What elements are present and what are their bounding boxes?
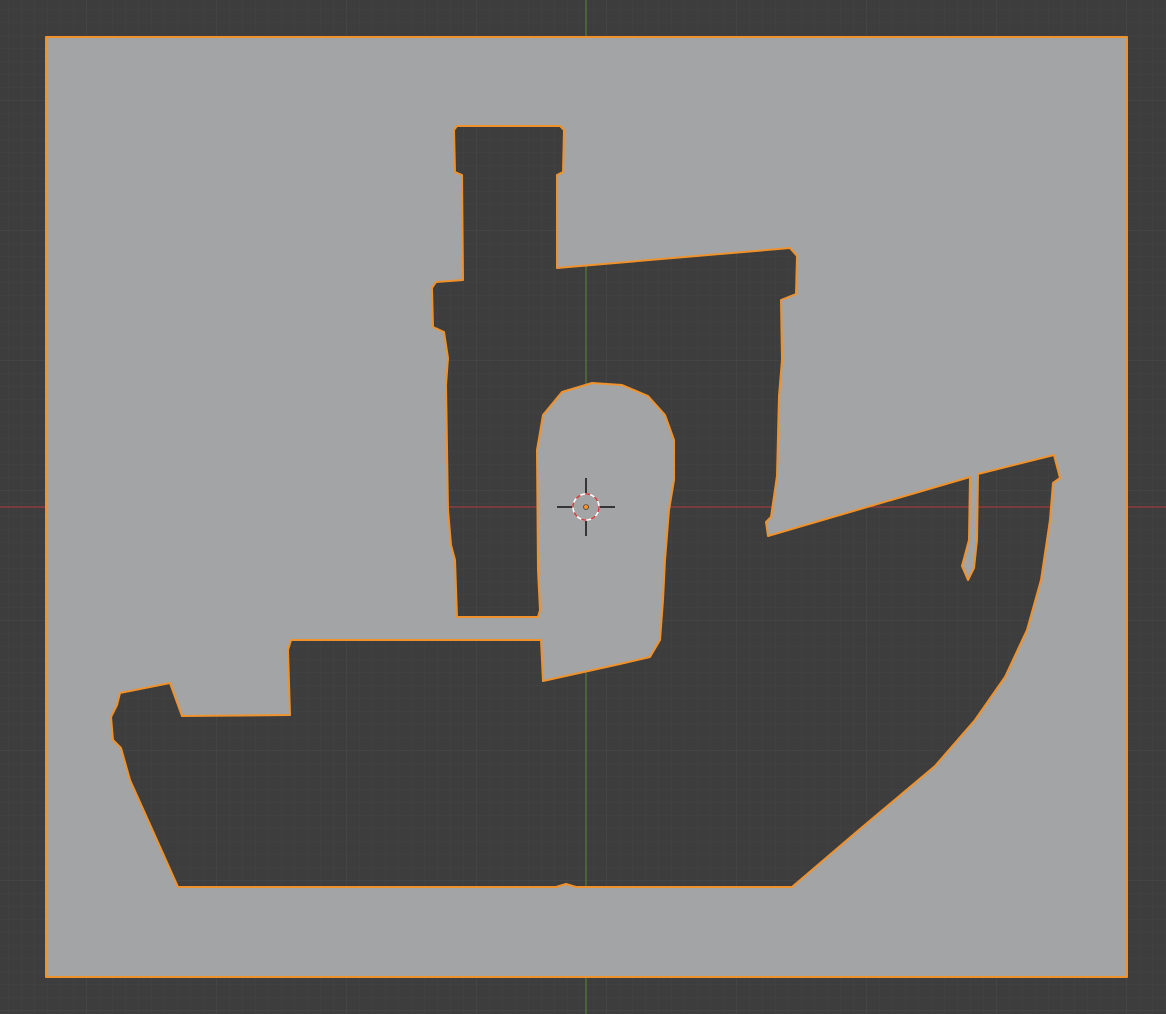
object-origin-dot [583,504,589,510]
viewport-canvas[interactable] [0,0,1166,1014]
3d-viewport[interactable] [0,0,1166,1014]
